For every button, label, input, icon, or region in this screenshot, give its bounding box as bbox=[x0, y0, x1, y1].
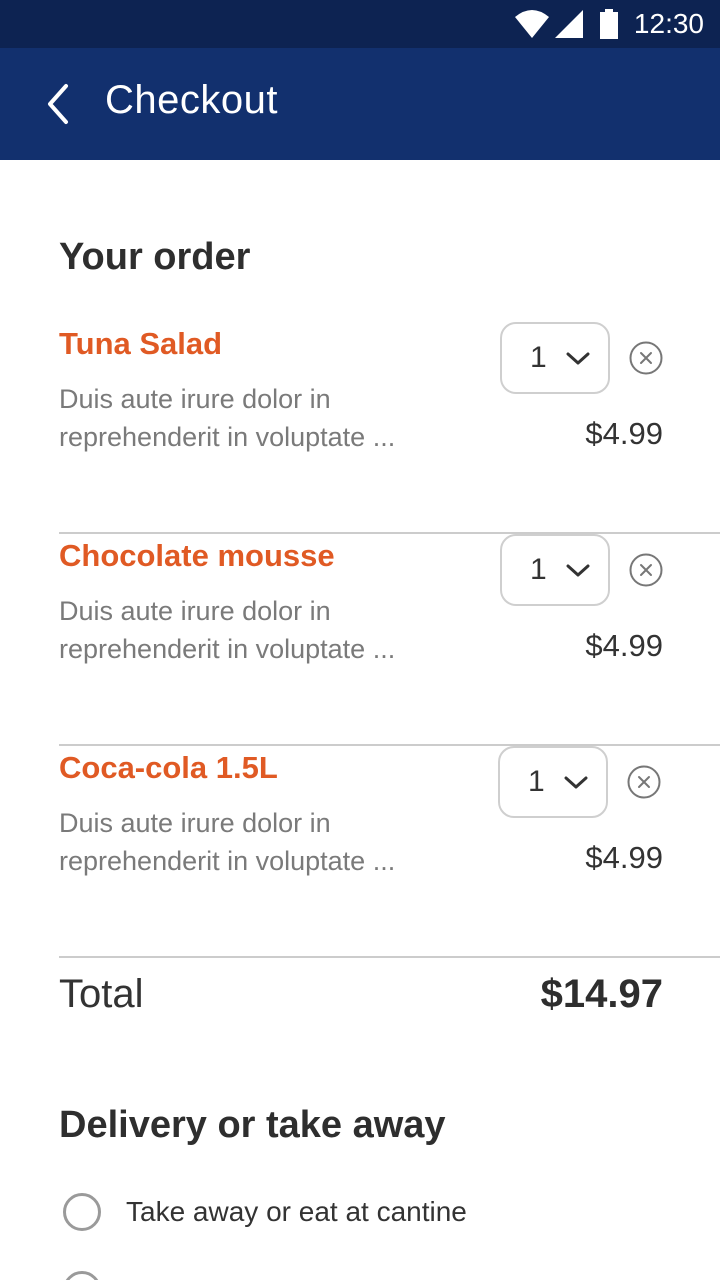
close-circle-icon bbox=[627, 765, 661, 799]
total-value: $14.97 bbox=[540, 972, 663, 1016]
chevron-down-icon bbox=[566, 564, 590, 577]
item-description-line: reprehenderit in voluptate ... bbox=[59, 846, 396, 876]
close-circle-icon bbox=[629, 553, 663, 587]
item-price: $4.99 bbox=[585, 628, 663, 663]
item-name: Coca-cola 1.5L bbox=[59, 750, 278, 785]
item-description-line: Duis aute irure dolor in bbox=[59, 808, 331, 838]
chevron-down-icon bbox=[564, 776, 588, 789]
wifi-icon bbox=[515, 10, 549, 38]
remove-item-button[interactable] bbox=[629, 553, 663, 587]
item-description-line: Duis aute irure dolor in bbox=[59, 596, 331, 626]
item-description: Duis aute irure dolor in reprehenderit i… bbox=[59, 380, 459, 456]
quantity-select[interactable]: 1 bbox=[500, 534, 610, 606]
quantity-value: 1 bbox=[530, 553, 547, 586]
item-description-line: reprehenderit in voluptate ... bbox=[59, 634, 396, 664]
radio-button[interactable] bbox=[63, 1271, 101, 1280]
delivery-option-take-away[interactable]: Take away or eat at cantine bbox=[59, 1190, 659, 1240]
status-bar: 12:30 bbox=[0, 0, 720, 48]
battery-icon bbox=[600, 9, 618, 39]
remove-item-button[interactable] bbox=[629, 341, 663, 375]
status-time: 12:30 bbox=[633, 8, 704, 39]
item-description: Duis aute irure dolor in reprehenderit i… bbox=[59, 804, 459, 880]
back-button[interactable] bbox=[40, 82, 76, 126]
order-item: Chocolate mousse Duis aute irure dolor i… bbox=[59, 534, 720, 746]
chevron-left-icon bbox=[48, 84, 68, 124]
cell-signal-icon bbox=[555, 10, 583, 38]
checkout-content: Your order Tuna Salad Duis aute irure do… bbox=[0, 160, 720, 1280]
remove-item-button[interactable] bbox=[627, 765, 661, 799]
chevron-down-icon bbox=[566, 352, 590, 365]
radio-button[interactable] bbox=[63, 1193, 101, 1231]
item-description-line: reprehenderit in voluptate ... bbox=[59, 422, 396, 452]
item-description-line: Duis aute irure dolor in bbox=[59, 384, 331, 414]
quantity-select[interactable]: 1 bbox=[500, 322, 610, 394]
item-price: $4.99 bbox=[585, 416, 663, 451]
quantity-value: 1 bbox=[530, 341, 547, 374]
total-label: Total bbox=[59, 972, 144, 1016]
app-bar: Checkout bbox=[0, 48, 720, 160]
item-description: Duis aute irure dolor in reprehenderit i… bbox=[59, 592, 459, 668]
quantity-value: 1 bbox=[528, 765, 545, 798]
order-item: Tuna Salad Duis aute irure dolor in repr… bbox=[59, 322, 720, 534]
order-heading: Your order bbox=[59, 236, 251, 278]
delivery-option-label: Take away or eat at cantine bbox=[126, 1196, 467, 1227]
close-circle-icon bbox=[629, 341, 663, 375]
order-item: Coca-cola 1.5L Duis aute irure dolor in … bbox=[59, 746, 720, 958]
item-name: Chocolate mousse bbox=[59, 538, 335, 573]
page-title: Checkout bbox=[105, 78, 278, 122]
quantity-select[interactable]: 1 bbox=[498, 746, 608, 818]
item-price: $4.99 bbox=[585, 840, 663, 875]
delivery-heading: Delivery or take away bbox=[59, 1104, 446, 1146]
item-name: Tuna Salad bbox=[59, 326, 223, 361]
delivery-option-partial[interactable] bbox=[59, 1268, 659, 1280]
